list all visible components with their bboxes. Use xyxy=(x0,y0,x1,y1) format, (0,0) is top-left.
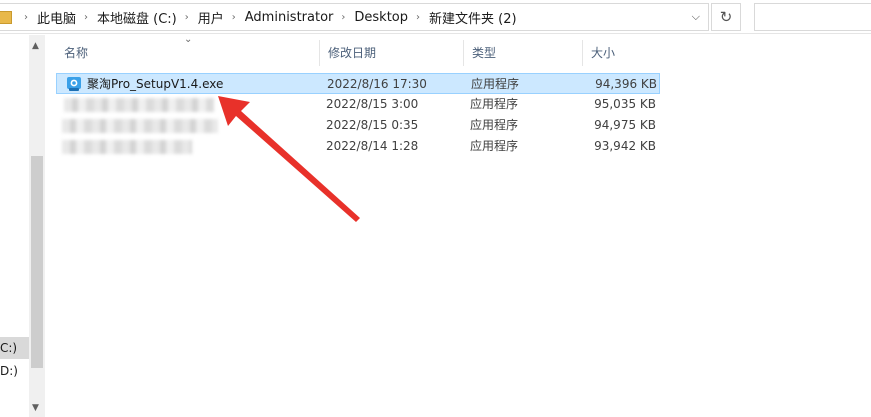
file-size: 94,396 KB xyxy=(595,77,657,91)
breadcrumb-separator-icon[interactable]: › xyxy=(232,12,236,23)
file-type: 应用程序 xyxy=(471,77,520,91)
breadcrumb-separator-icon[interactable]: › xyxy=(341,12,345,23)
file-type: 应用程序 xyxy=(470,97,519,111)
breadcrumb-desktop[interactable]: Desktop xyxy=(354,4,408,30)
column-header-size[interactable]: 大小 xyxy=(583,40,666,66)
file-size: 93,942 KB xyxy=(594,139,656,153)
app-installer-icon xyxy=(67,77,81,91)
refresh-icon: ↻ xyxy=(719,8,733,26)
file-date: 2022/8/16 17:30 xyxy=(327,77,427,91)
scrollbar-thumb[interactable] xyxy=(31,156,43,368)
file-type: 应用程序 xyxy=(470,139,519,153)
breadcrumb-new-folder-2[interactable]: 新建文件夹 (2) xyxy=(429,4,517,30)
obscured-file-name xyxy=(62,140,192,154)
breadcrumb-separator-icon[interactable]: › xyxy=(24,12,28,23)
breadcrumb-separator-icon[interactable]: › xyxy=(416,12,420,23)
nav-item-drive-c[interactable]: C:) xyxy=(0,337,29,359)
file-row[interactable]: 2022/8/14 1:28 应用程序 93,942 KB xyxy=(56,136,660,157)
nav-scrollbar[interactable]: ▲ ▼ xyxy=(29,35,45,417)
breadcrumb-separator-icon[interactable]: › xyxy=(185,12,189,23)
file-date: 2022/8/15 0:35 xyxy=(326,118,419,132)
column-header-type[interactable]: 类型 xyxy=(464,40,583,66)
file-size: 95,035 KB xyxy=(594,97,656,111)
file-date: 2022/8/15 3:00 xyxy=(326,97,419,111)
breadcrumb-users[interactable]: 用户 xyxy=(198,4,224,30)
file-date: 2022/8/14 1:28 xyxy=(326,139,419,153)
obscured-file-name xyxy=(64,98,214,112)
address-bar[interactable]: › 此电脑 › 本地磁盘 (C:) › 用户 › Administrator ›… xyxy=(0,3,709,31)
file-row[interactable]: 2022/8/15 3:00 应用程序 95,035 KB xyxy=(56,94,660,115)
address-bar-row: › 此电脑 › 本地磁盘 (C:) › 用户 › Administrator ›… xyxy=(0,0,871,34)
column-header-name[interactable]: 名称 xyxy=(56,40,320,66)
breadcrumb-administrator[interactable]: Administrator xyxy=(245,4,334,30)
breadcrumb-this-pc[interactable]: 此电脑 xyxy=(37,4,76,30)
file-name[interactable]: 聚淘Pro_SetupV1.4.exe xyxy=(87,74,223,95)
scroll-down-arrow-icon[interactable]: ▼ xyxy=(32,403,39,413)
breadcrumb-separator-icon[interactable]: › xyxy=(84,12,88,23)
search-input[interactable] xyxy=(754,3,871,31)
folder-icon xyxy=(0,10,12,24)
breadcrumb-local-disk-c[interactable]: 本地磁盘 (C:) xyxy=(97,4,177,30)
file-row[interactable]: 2022/8/15 0:35 应用程序 94,975 KB xyxy=(56,115,660,136)
obscured-file-name xyxy=(62,119,218,133)
column-header-date[interactable]: 修改日期 xyxy=(320,40,464,66)
scroll-up-arrow-icon[interactable]: ▲ xyxy=(32,41,39,51)
file-type: 应用程序 xyxy=(470,118,519,132)
column-header-row: ⌄ 名称 修改日期 类型 大小 xyxy=(56,34,666,66)
navigation-pane: C:) D:) ▲ ▼ xyxy=(0,35,45,417)
nav-item-drive-d[interactable]: D:) xyxy=(0,360,29,382)
file-size: 94,975 KB xyxy=(594,118,656,132)
chevron-down-icon[interactable]: ⌵ xyxy=(692,10,700,24)
file-row[interactable]: 聚淘Pro_SetupV1.4.exe 2022/8/16 17:30 应用程序… xyxy=(56,73,660,94)
refresh-button[interactable]: ↻ xyxy=(711,3,741,31)
